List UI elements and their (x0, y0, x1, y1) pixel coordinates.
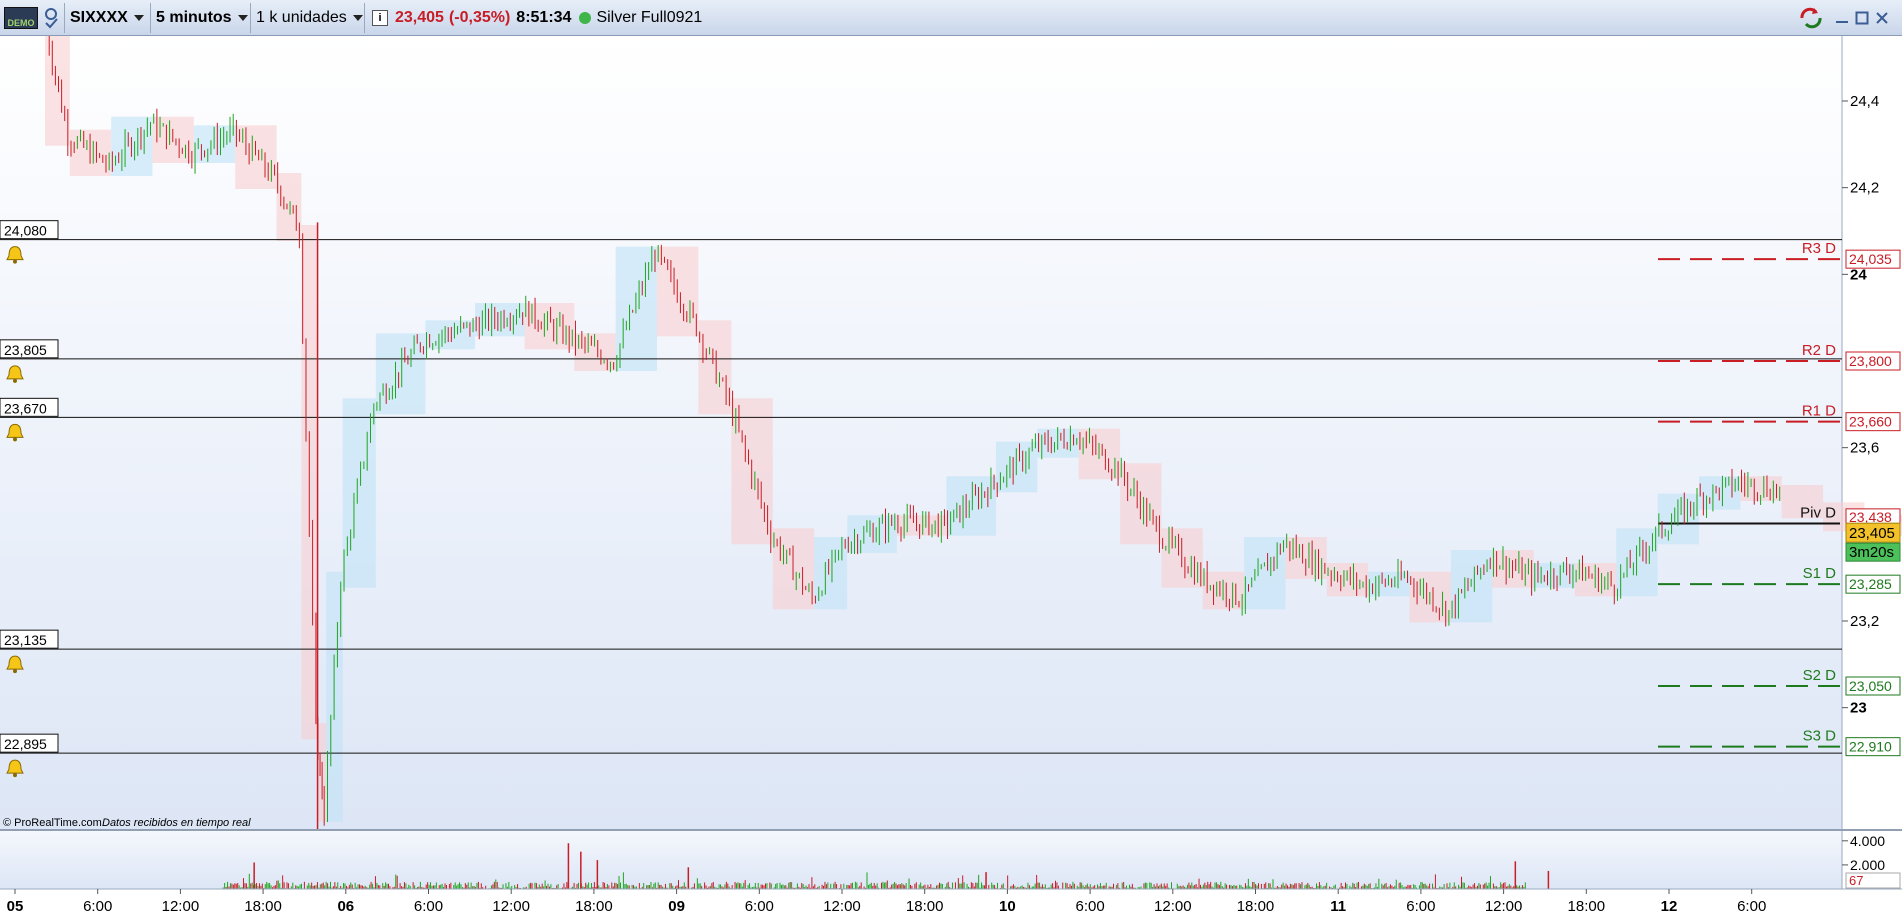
x-tick-label: 18:00 (906, 898, 944, 915)
quote-time: 8:51:34 (516, 9, 572, 26)
alert-level-label: 24,080 (4, 223, 47, 239)
copyright-label: © ProRealTime.com (3, 817, 102, 829)
pivot-name: S3 D (1803, 728, 1837, 745)
volume-panel-background (0, 831, 1842, 889)
chevron-down-icon (133, 15, 144, 21)
bell-clapper (13, 437, 17, 442)
cloud-segment (276, 173, 302, 241)
x-tick-label: 12:00 (1485, 898, 1523, 915)
x-tick-label: 6:00 (745, 898, 774, 915)
pivot-value-label: 23,800 (1849, 353, 1892, 369)
x-tick-label: 18:00 (244, 898, 282, 915)
pivot-name: S1 D (1803, 565, 1837, 582)
account-label: Silver Full0921 (596, 9, 703, 26)
pivot-name: Piv D (1800, 505, 1836, 522)
units-dropdown[interactable]: 1 k unidades (256, 3, 363, 33)
x-tick-label: 12:00 (162, 898, 200, 915)
units-label: 1 k unidades (256, 9, 347, 26)
maximize-icon[interactable] (1854, 3, 1870, 33)
cloud-segment (946, 476, 997, 536)
y-tick-label: 23,6 (1850, 440, 1879, 457)
x-tick-label: 18:00 (575, 898, 613, 915)
y-tick-label: 23,2 (1850, 613, 1879, 630)
chevron-down-icon (237, 15, 248, 21)
x-tick-label: 6:00 (1406, 898, 1435, 915)
price-chart[interactable]: 24,080 23,805 23,670 23,135 22,895 R3 D R2 D R… (0, 36, 1902, 923)
cloud-segment (1244, 537, 1286, 610)
chart-toolbar: DEMO SIXXXX 5 minutos 1 k unidades i 23,… (0, 0, 1902, 36)
x-tick-label: 12:00 (823, 898, 861, 915)
x-tick-label: 11 (1330, 898, 1346, 915)
x-tick-label: 12:00 (1154, 898, 1192, 915)
alert-level-label: 22,895 (4, 736, 47, 752)
extra-value-label: 23,438 (1849, 509, 1892, 525)
y-tick-label: 24 (1850, 266, 1867, 283)
cloud-segment (375, 333, 426, 415)
x-tick-label: 6:00 (1075, 898, 1104, 915)
last-price: 23,405 (395, 9, 444, 26)
connection-status-icon (579, 12, 592, 24)
pivot-name: R1 D (1802, 403, 1836, 420)
pivot-value-label: 24,035 (1849, 251, 1892, 267)
x-tick-label: 09 (668, 898, 685, 915)
info-icon[interactable]: i (372, 3, 388, 33)
pivot-name: R2 D (1802, 342, 1836, 359)
timer-label: 3m20s (1849, 544, 1894, 561)
price-change: (-0,35%) (448, 9, 511, 26)
pivot-value-label: 23,660 (1849, 414, 1892, 430)
x-tick-label: 06 (337, 898, 354, 915)
last-price-label: 23,405 (1849, 525, 1895, 542)
x-tick-label: 6:00 (83, 898, 112, 915)
timeframe-label: 5 minutos (156, 9, 232, 26)
x-tick-label: 6:00 (414, 898, 443, 915)
demo-badge: DEMO (4, 7, 38, 29)
y-tick-label: 24,2 (1850, 180, 1879, 197)
instrument-dropdown[interactable]: SIXXXX (70, 3, 144, 33)
y-tick-label: 23 (1850, 700, 1867, 717)
time-axis-background (0, 889, 1902, 923)
x-tick-label: 6:00 (1737, 898, 1766, 915)
alert-level-label: 23,670 (4, 400, 47, 416)
x-tick-label: 05 (7, 898, 24, 915)
alert-level-label: 23,135 (4, 632, 47, 648)
x-tick-label: 10 (999, 898, 1016, 915)
bell-clapper (13, 669, 17, 674)
volume-tick-label: 2.000 (1850, 857, 1885, 873)
settings-icon[interactable] (42, 3, 60, 33)
y-tick-label: 24,4 (1850, 93, 1879, 110)
minimize-icon[interactable] (1834, 3, 1850, 33)
x-tick-label: 18:00 (1568, 898, 1606, 915)
cloud-segment (235, 125, 277, 189)
chevron-down-icon (352, 15, 363, 21)
sync-icon[interactable] (1798, 3, 1824, 33)
volume-last-label: 67 (1849, 873, 1863, 888)
instrument-label: SIXXXX (70, 9, 128, 26)
pivot-value-label: 22,910 (1849, 739, 1892, 755)
x-tick-label: 18:00 (1237, 898, 1275, 915)
pivot-value-label: 23,050 (1849, 678, 1892, 694)
quote-display: 23,405 (-0,35%) 8:51:34 Silver Full0921 (395, 3, 702, 33)
bell-clapper (13, 773, 17, 778)
volume-tick-label: 4.000 (1850, 833, 1885, 849)
pivot-name: R3 D (1802, 240, 1836, 257)
pivot-name: S2 D (1803, 667, 1837, 684)
realtime-label: Datos recibidos en tiempo real (102, 817, 251, 829)
close-icon[interactable] (1874, 3, 1890, 33)
alert-level-label: 23,805 (4, 342, 47, 358)
x-tick-label: 12:00 (492, 898, 530, 915)
bell-clapper (13, 259, 17, 264)
x-tick-label: 12 (1661, 898, 1678, 915)
bell-clapper (13, 378, 17, 383)
timeframe-dropdown[interactable]: 5 minutos (156, 3, 248, 33)
pivot-value-label: 23,285 (1849, 576, 1892, 592)
